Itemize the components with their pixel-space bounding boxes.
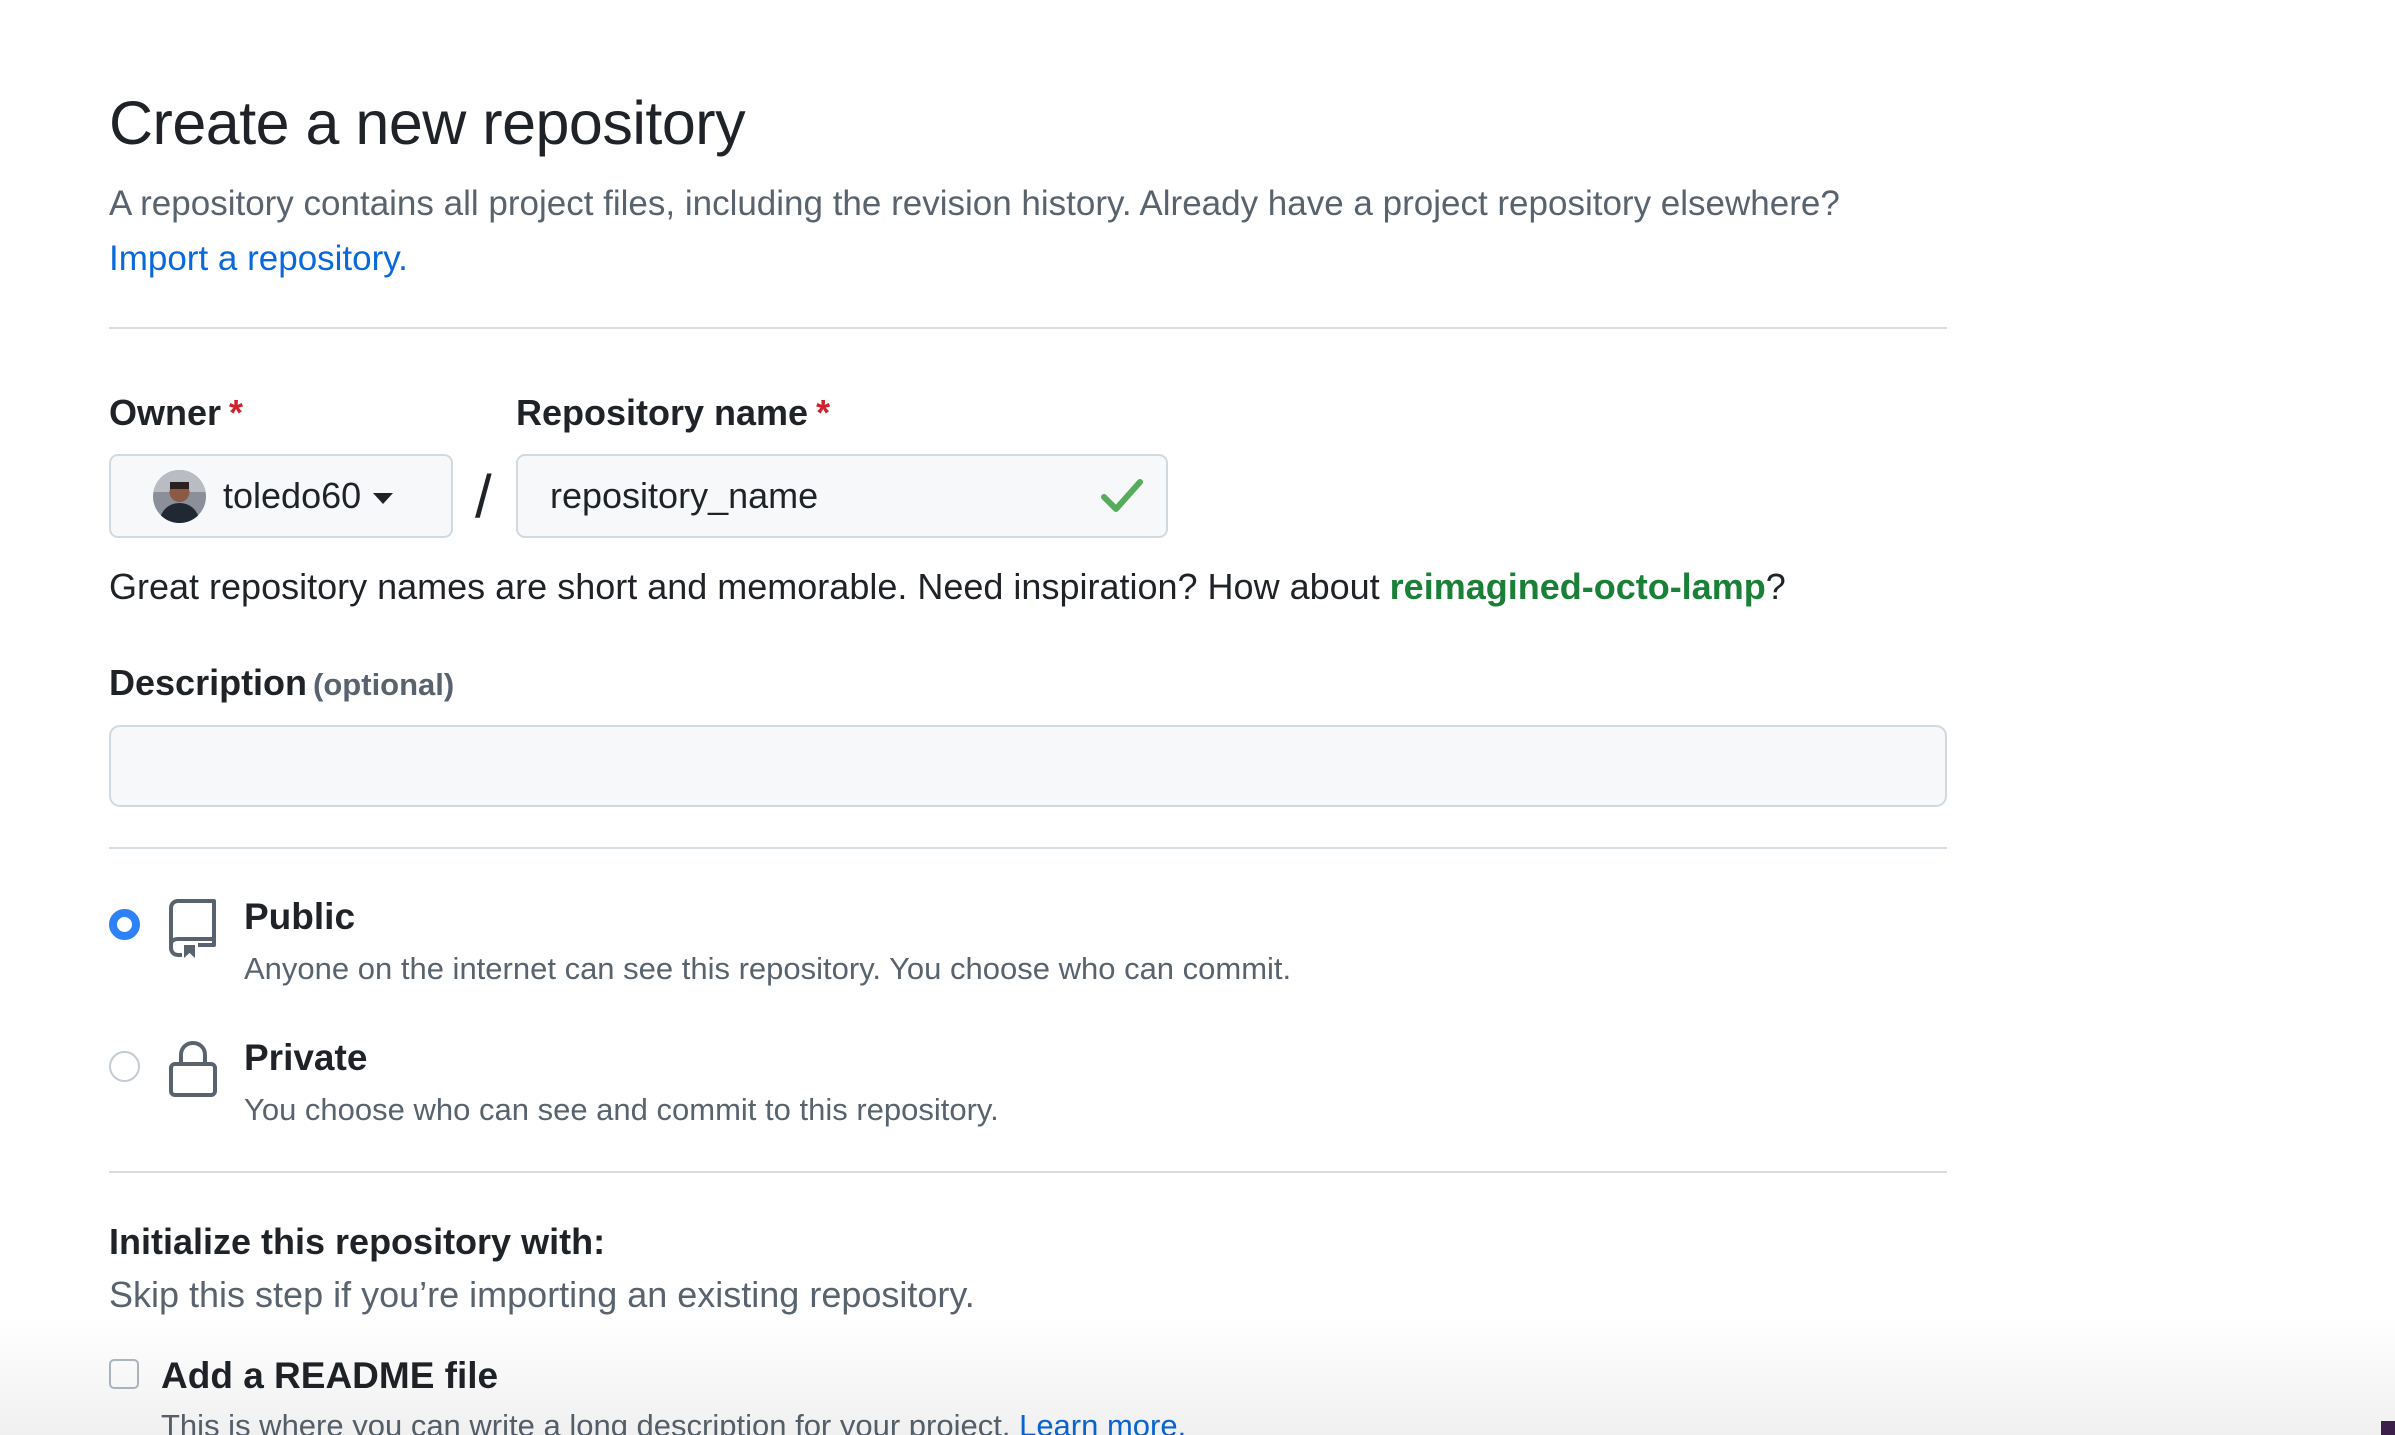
suggested-name[interactable]: reimagined-octo-lamp: [1390, 566, 1766, 607]
readme-label: Add a README file: [161, 1355, 499, 1396]
hint-suffix: ?: [1765, 566, 1786, 607]
initialize-subtitle: Skip this step if you’re importing an ex…: [109, 1274, 975, 1315]
page: Create a new repository A repository con…: [0, 0, 2395, 1435]
owner-label-text: Owner: [109, 392, 222, 433]
initialize-title: Initialize this repository with:: [109, 1221, 606, 1262]
repo-icon: [169, 899, 216, 958]
public-description: Anyone on the internet can see this repo…: [244, 951, 1292, 986]
required-marker: *: [229, 392, 244, 433]
avatar: [153, 469, 206, 523]
repository-name-input[interactable]: [518, 456, 1166, 536]
caret-down-icon: [373, 492, 394, 504]
learn-more-link[interactable]: Learn more.: [1019, 1408, 1186, 1435]
repository-name-label: Repository name *: [516, 392, 830, 434]
description-label: Description (optional): [109, 662, 454, 704]
repository-name-label-text: Repository name: [516, 392, 809, 433]
description-input[interactable]: [109, 725, 1947, 807]
window-corner: [2381, 1421, 2395, 1435]
repository-name-hint: Great repository names are short and mem…: [109, 566, 1786, 608]
readme-checkbox[interactable]: [109, 1359, 139, 1389]
import-repository-link[interactable]: Import a repository.: [109, 239, 408, 278]
lock-icon: [169, 1040, 217, 1097]
readme-description: This is where you can write a long descr…: [161, 1408, 1186, 1435]
page-subtitle: A repository contains all project files,…: [109, 176, 1947, 286]
private-description: You choose who can see and commit to thi…: [244, 1092, 999, 1127]
repository-name-field: [516, 454, 1168, 538]
hint-text: Great repository names are short and mem…: [109, 566, 1390, 607]
owner-label: Owner *: [109, 392, 243, 434]
divider: [109, 1171, 1947, 1173]
required-marker: *: [816, 392, 831, 433]
subtitle-text: A repository contains all project files,…: [109, 184, 1840, 223]
page-title: Create a new repository: [109, 89, 746, 157]
owner-select-button[interactable]: toledo60: [109, 454, 453, 538]
optional-tag: (optional): [313, 667, 455, 702]
description-label-text: Description: [109, 662, 308, 703]
divider: [109, 327, 1947, 329]
owner-repo-separator: /: [475, 463, 492, 530]
readme-description-text: This is where you can write a long descr…: [161, 1408, 1011, 1435]
divider: [109, 847, 1947, 849]
private-title: Private: [244, 1037, 368, 1078]
owner-name: toledo60: [223, 475, 362, 516]
public-radio[interactable]: [109, 909, 140, 940]
check-icon: [1101, 479, 1143, 512]
public-title: Public: [244, 896, 356, 937]
private-radio[interactable]: [109, 1051, 140, 1082]
